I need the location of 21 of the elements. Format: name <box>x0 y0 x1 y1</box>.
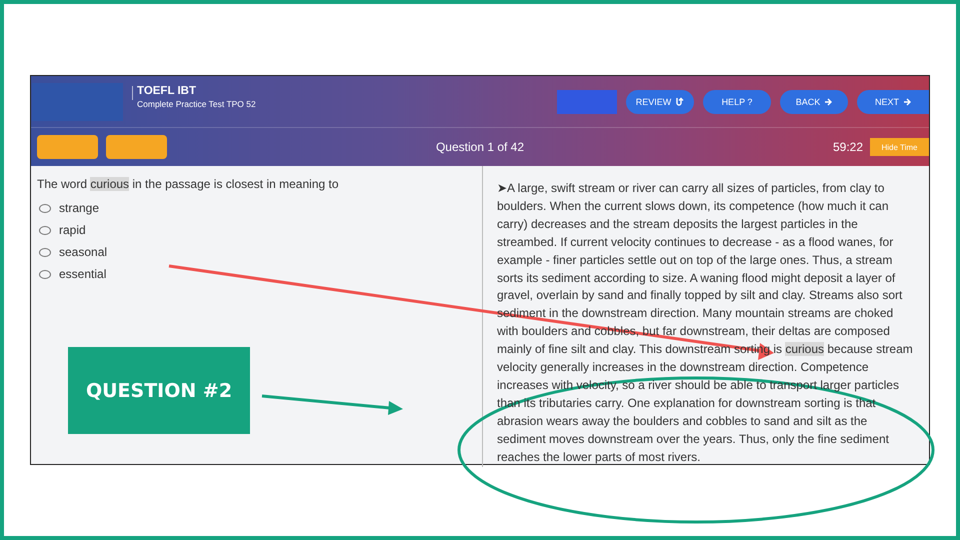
question-label: QUESTION #2 <box>68 347 250 434</box>
answer-option: seasonal <box>59 245 108 259</box>
radio-button[interactable] <box>39 204 51 212</box>
arrow-icon <box>824 98 832 106</box>
answer-option: rapid <box>59 223 86 237</box>
answer-option: strange <box>59 201 100 215</box>
toolbar-button[interactable]: HELP ? <box>703 90 771 114</box>
radio-button[interactable] <box>39 248 51 256</box>
test-subtitle: Complete Practice Test TPO 52 <box>137 99 256 109</box>
question-text: The word curious in the passage is closest in meaning to <box>37 177 340 191</box>
question-counter: Question 1 of 42 <box>436 140 524 154</box>
return-icon <box>675 96 684 106</box>
test-title: TOEFL IBT <box>137 85 197 97</box>
timer: 59:22 <box>832 140 863 154</box>
toolbar-button[interactable]: NEXT <box>857 90 929 114</box>
arrow-icon <box>903 98 911 106</box>
radio-button[interactable] <box>39 226 51 234</box>
toolbar-button[interactable]: REVIEW <box>626 90 694 114</box>
answer-option: essential <box>59 267 106 281</box>
radio-button[interactable] <box>39 270 51 278</box>
toolbar-button[interactable]: BACK <box>780 90 848 114</box>
